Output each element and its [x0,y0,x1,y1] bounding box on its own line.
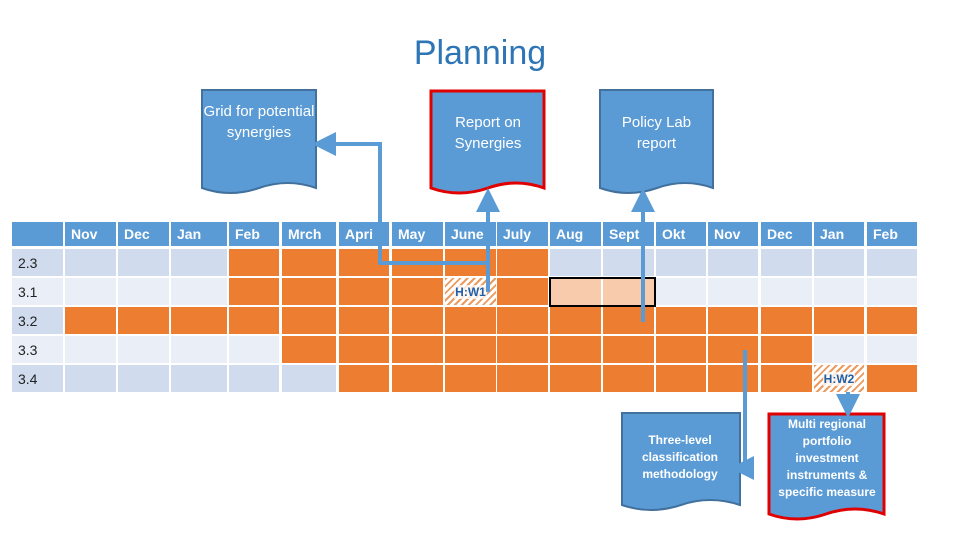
connector-three-level [743,350,747,470]
connector-w1-grid [312,132,490,292]
connectors [312,132,860,480]
